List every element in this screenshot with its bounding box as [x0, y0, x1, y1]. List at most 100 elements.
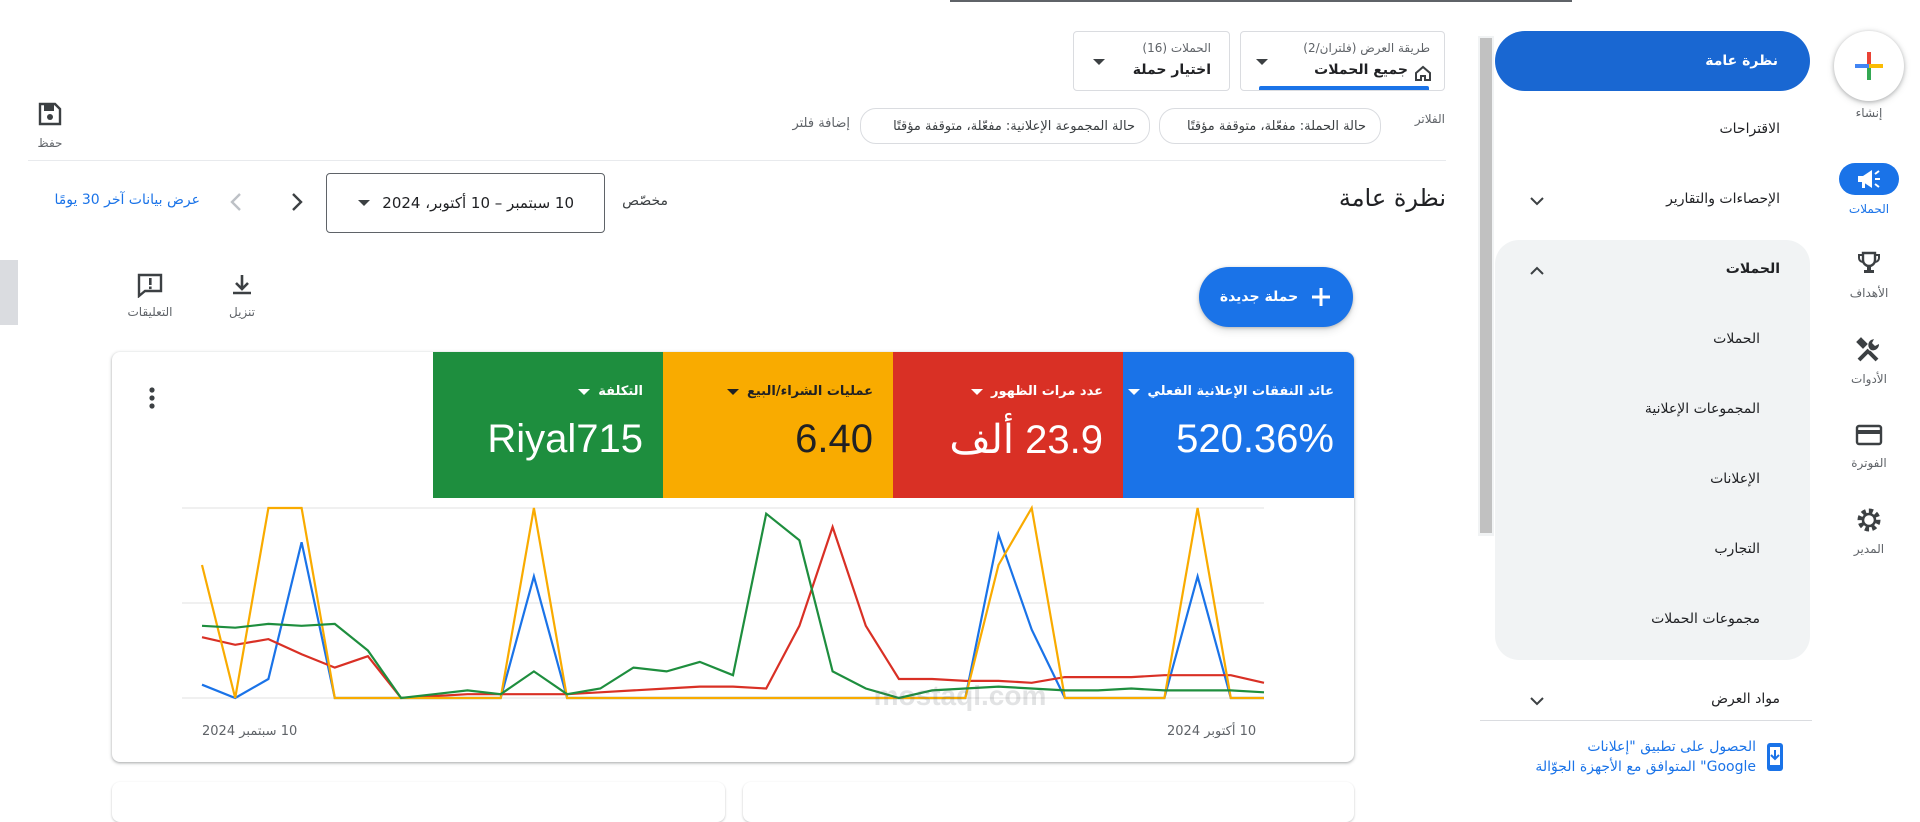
- main-scrollbar-thumb[interactable]: [1480, 38, 1492, 533]
- line-chart: [182, 504, 1265, 700]
- filters-label: الفلاتر: [1414, 112, 1445, 126]
- trophy-icon: [1856, 250, 1882, 276]
- performance-card: عائد النفقات الإعلانية الفعلي 520.36% عد…: [112, 352, 1354, 762]
- nav-sub-item[interactable]: الحملات: [1560, 331, 1760, 347]
- dropdown-arrow-icon: [578, 388, 591, 395]
- metric-tile-value: 23.9 ألف: [949, 418, 1103, 462]
- view-selector-label: طريقة العرض (فلتران/2): [1303, 41, 1430, 55]
- nav-sub-item[interactable]: الإعلانات: [1560, 471, 1760, 487]
- more-vert-icon[interactable]: [148, 387, 156, 409]
- x-axis-start-label: 10 سبتمبر 2024: [202, 724, 298, 739]
- left-scrollbar-thumb[interactable]: [0, 260, 18, 325]
- create-label: إنشاء: [1855, 106, 1883, 120]
- x-axis-end-label: 10 أكتوبر 2024: [1167, 724, 1257, 739]
- metric-tile-value: 6.40: [795, 417, 873, 461]
- metric-tile-label-text: عائد النفقات الإعلانية الفعلي: [1147, 384, 1334, 399]
- nav-campaigns-group: [1495, 240, 1810, 660]
- page-title: نظرة عامة: [1338, 184, 1446, 212]
- chevron-down-icon[interactable]: [1527, 691, 1547, 711]
- download-label[interactable]: تنزيل: [217, 305, 267, 319]
- metric-tile-label-text: عمليات الشراء/البيع: [746, 384, 873, 399]
- dropdown-arrow-icon: [1255, 58, 1269, 66]
- filter-chip-text: حالة المجموعة الإعلانية: مفعّلة، متوقفة …: [893, 118, 1135, 134]
- metric-tile-label: عائد النفقات الإعلانية الفعلي: [1127, 384, 1334, 399]
- rail-label-goals[interactable]: الأهداف: [1834, 286, 1904, 300]
- chevron-left-icon[interactable]: [225, 190, 249, 214]
- rail-item-campaigns[interactable]: [1839, 163, 1899, 195]
- metric-tile-label: عدد مرات الظهور: [971, 384, 1103, 399]
- chevron-right-icon[interactable]: [284, 190, 308, 214]
- filter-chip-adgroup-status[interactable]: حالة المجموعة الإعلانية: مفعّلة، متوقفة …: [860, 108, 1150, 144]
- nav-item-overview-label: نظرة عامة: [1705, 53, 1778, 69]
- metric-tile-value: 520.36%: [1176, 417, 1334, 461]
- chevron-up-icon[interactable]: [1527, 261, 1547, 281]
- bottom-card: [112, 782, 725, 822]
- feedback-icon[interactable]: [136, 272, 164, 298]
- metric-tile-roas[interactable]: عائد النفقات الإعلانية الفعلي 520.36%: [1123, 352, 1354, 498]
- last-30-days-link[interactable]: عرض بيانات آخر 30 يومًا: [30, 192, 200, 208]
- metric-tile-label: التكلفة: [578, 384, 643, 399]
- date-range-picker[interactable]: 10 سبتمبر – 10 أكتوبر، 2024: [326, 173, 605, 233]
- download-icon[interactable]: [229, 272, 255, 298]
- chart-series-line: [201, 511, 1265, 700]
- nav-sub-item[interactable]: التجارب: [1560, 541, 1760, 557]
- nav-item-insights-reports[interactable]: الإحصاءات والتقارير: [1560, 191, 1780, 207]
- credit-card-icon: [1855, 424, 1883, 446]
- create-button[interactable]: [1834, 31, 1904, 101]
- rail-item-billing[interactable]: [1839, 419, 1899, 451]
- rail-item-goals[interactable]: [1839, 247, 1899, 279]
- gear-icon: [1855, 506, 1883, 534]
- chevron-down-icon[interactable]: [1527, 191, 1547, 211]
- metric-tile-conversions[interactable]: عمليات الشراء/البيع 6.40: [663, 352, 893, 498]
- new-campaign-label: حملة جديدة: [1219, 289, 1299, 305]
- feedback-label[interactable]: التعليقات: [120, 305, 180, 319]
- nav-item-assets[interactable]: مواد العرض: [1560, 691, 1780, 707]
- metric-tile-cost[interactable]: التكلفة Riyal715: [433, 352, 663, 498]
- metric-tile-impressions[interactable]: عدد مرات الظهور 23.9 ألف: [893, 352, 1123, 498]
- metric-tile-label-text: عدد مرات الظهور: [991, 384, 1103, 399]
- nav-sub-item[interactable]: المجموعات الإعلانية: [1560, 401, 1760, 417]
- nav-group-campaigns[interactable]: الحملات: [1560, 261, 1780, 277]
- mobile-app-link-line2: Google" المتوافق مع الأجهزة الجوّالة: [1535, 759, 1756, 775]
- mobile-app-link[interactable]: الحصول على تطبيق "إعلانات Google" المتوا…: [1480, 737, 1756, 777]
- filter-chip-text: حالة الحملة: مفعّلة، متوقفة مؤقتًا: [1186, 118, 1366, 134]
- watermark-text: mostaql.com: [873, 680, 1047, 711]
- nav-divider: [1480, 720, 1812, 721]
- date-preset-label: مخصّص: [622, 193, 668, 209]
- campaign-selector[interactable]: الحملات (16) اختيار حملة: [1073, 31, 1230, 91]
- save-icon[interactable]: [37, 101, 63, 127]
- metric-tile-label: عمليات الشراء/البيع: [726, 384, 873, 399]
- plus-icon: [1853, 50, 1885, 82]
- view-selector[interactable]: طريقة العرض (فلتران/2) جميع الحملات: [1240, 31, 1445, 91]
- save-button-label[interactable]: حفظ: [25, 136, 75, 150]
- dropdown-arrow-icon: [971, 388, 983, 395]
- metric-tile-value: Riyal715: [487, 417, 643, 461]
- rail-label-tools[interactable]: الأدوات: [1834, 372, 1904, 386]
- top-progress-line: [950, 0, 1572, 2]
- rail-item-tools[interactable]: [1839, 334, 1899, 366]
- campaign-selector-label: الحملات (16): [1142, 41, 1211, 55]
- rail-label-billing[interactable]: الفوترة: [1834, 456, 1904, 470]
- new-campaign-button[interactable]: حملة جديدة: [1199, 267, 1353, 327]
- plus-icon: [1310, 286, 1332, 308]
- filter-chip-campaign-status[interactable]: حالة الحملة: مفعّلة، متوقفة مؤقتًا: [1159, 108, 1381, 144]
- dropdown-arrow-icon: [1127, 388, 1140, 395]
- rail-label-campaigns[interactable]: الحملات: [1834, 202, 1904, 216]
- phone-download-icon[interactable]: [1764, 742, 1786, 772]
- nav-sub-item[interactable]: مجموعات الحملات: [1560, 611, 1760, 627]
- tools-icon: [1855, 336, 1883, 364]
- watermark: mostaql.com: [855, 680, 1065, 712]
- rail-item-admin[interactable]: [1839, 504, 1899, 536]
- dropdown-arrow-icon: [357, 199, 371, 207]
- view-selector-value: جميع الحملات: [1314, 62, 1408, 78]
- rail-label-admin[interactable]: المدير: [1834, 542, 1904, 556]
- nav-item-overview[interactable]: نظرة عامة: [1495, 31, 1810, 91]
- nav-item-recommendations[interactable]: الاقتراحات: [1560, 121, 1780, 137]
- campaign-selector-value: اختيار حملة: [1132, 62, 1211, 78]
- add-filter-button[interactable]: إضافة فلتر: [770, 116, 850, 131]
- dropdown-arrow-icon: [1092, 58, 1106, 66]
- bottom-card: [743, 782, 1354, 822]
- date-range-value: 10 سبتمبر – 10 أكتوبر، 2024: [382, 194, 574, 212]
- megaphone-icon: [1856, 168, 1882, 190]
- home-icon: [1414, 64, 1432, 82]
